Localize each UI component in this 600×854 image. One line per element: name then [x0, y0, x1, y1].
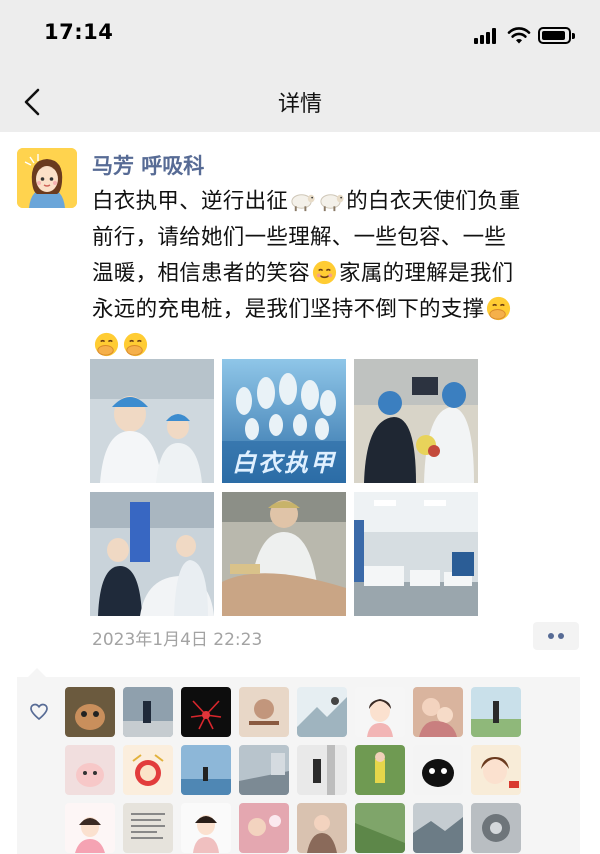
post-text-segment: 前行，请给她们一些理解、一些包容、一些: [92, 225, 507, 250]
liker-avatar[interactable]: [239, 803, 289, 853]
author-name[interactable]: 马芳 呼吸科: [92, 150, 204, 180]
liker-avatar[interactable]: [181, 803, 231, 853]
liker-avatar[interactable]: [65, 745, 115, 795]
post-text-segment: 家属的理解是我们: [339, 261, 514, 286]
post-photo[interactable]: [90, 359, 214, 483]
post-text-segment: 的白衣天使们负重: [346, 189, 521, 214]
liker-avatar[interactable]: [413, 803, 463, 853]
liker-avatar[interactable]: [65, 803, 115, 853]
liker-avatar[interactable]: [413, 745, 463, 795]
post-photo[interactable]: 白衣执甲: [222, 359, 346, 483]
cellular-signal-icon: [474, 28, 500, 44]
liker-avatar[interactable]: [123, 745, 173, 795]
sheep-emoji-icon: [291, 194, 315, 212]
likes-pointer: [28, 668, 46, 677]
liker-avatar[interactable]: [355, 687, 405, 737]
heart-outline-icon: [30, 703, 48, 721]
liker-avatar[interactable]: [413, 687, 463, 737]
post-timestamp: 2023年1月4日 22:23: [92, 630, 263, 650]
liker-avatar[interactable]: [297, 745, 347, 795]
dot-icon: [558, 633, 564, 639]
status-bar: 17:14: [0, 0, 600, 72]
likes-panel: [17, 677, 580, 854]
post-photo[interactable]: [354, 359, 478, 483]
post-photo[interactable]: [354, 492, 478, 616]
sheep-emoji-icon: [320, 194, 344, 212]
face-with-hand-over-mouth-emoji-icon: [123, 332, 148, 357]
wifi-icon: [507, 27, 531, 44]
dot-icon: [548, 633, 554, 639]
liker-avatar[interactable]: [471, 745, 521, 795]
face-with-hand-over-mouth-emoji-icon: [487, 296, 511, 321]
author-avatar[interactable]: [17, 148, 77, 208]
more-actions-button[interactable]: [533, 622, 579, 650]
liker-avatar[interactable]: [123, 803, 173, 853]
post-photo[interactable]: [90, 492, 214, 616]
post-text: 白衣执甲、逆行出征 的白衣天使们负重 前行，请给她们一些理解、一些包容、一些 温暖…: [92, 184, 588, 364]
liker-avatar[interactable]: [471, 687, 521, 737]
liker-avatar[interactable]: [471, 803, 521, 853]
page-title: 详情: [277, 92, 322, 117]
liker-avatar[interactable]: [355, 803, 405, 853]
smiling-face-emoji-icon: [312, 260, 337, 285]
post-text-segment: 白衣执甲、逆行出征: [92, 189, 289, 214]
liker-avatar[interactable]: [239, 687, 289, 737]
face-with-hand-over-mouth-emoji-icon: [94, 332, 119, 357]
liker-avatar[interactable]: [181, 687, 231, 737]
photo-overlay-text: 白衣执甲: [232, 449, 336, 477]
liker-avatar[interactable]: [297, 687, 347, 737]
status-time: 17:14: [44, 20, 114, 44]
post-photo[interactable]: [222, 492, 346, 616]
liker-avatar[interactable]: [181, 745, 231, 795]
liker-avatar[interactable]: [65, 687, 115, 737]
liker-avatar[interactable]: [123, 687, 173, 737]
photo-grid: 白衣执甲: [90, 359, 478, 616]
post-text-segment: 永远的充电桩，是我们坚持不倒下的支撑: [92, 297, 485, 322]
liker-avatar[interactable]: [355, 745, 405, 795]
post-text-segment: 温暖，相信患者的笑容: [92, 261, 311, 286]
battery-icon: [538, 27, 575, 44]
liker-avatar[interactable]: [297, 803, 347, 853]
navigation-bar: 详情: [0, 72, 600, 132]
liker-avatar[interactable]: [239, 745, 289, 795]
